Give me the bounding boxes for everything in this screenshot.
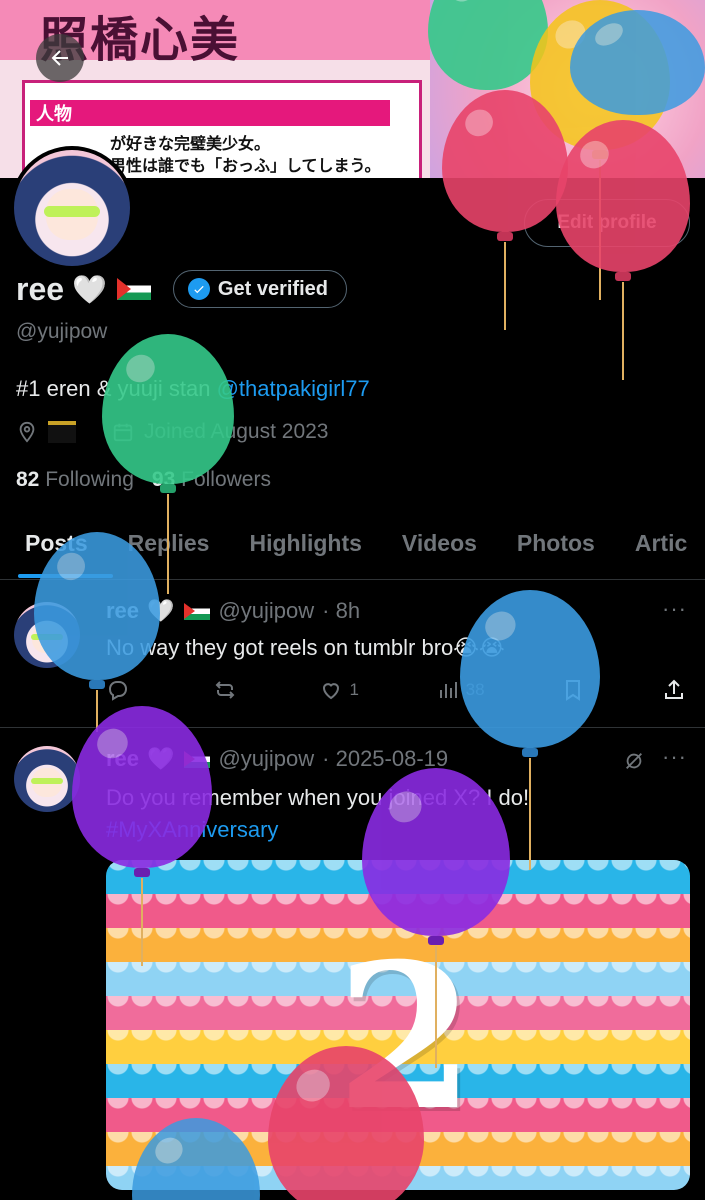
following-label: Following xyxy=(45,468,134,491)
bio-mention-link[interactable]: @thatpakigirl77 xyxy=(217,376,370,401)
profile-meta: Joined August 2023 xyxy=(16,420,329,444)
back-button[interactable] xyxy=(36,34,84,82)
calendar-icon xyxy=(113,423,133,442)
following-link[interactable]: 82 Following xyxy=(16,468,134,492)
like-count: 1 xyxy=(349,680,359,699)
profile-tabs: Posts Replies Highlights Videos Photos A… xyxy=(0,510,705,580)
banner-section-tag: 人物 xyxy=(30,100,390,126)
share-icon xyxy=(664,679,683,699)
post-author-name[interactable]: ree xyxy=(106,746,139,772)
location-pin-icon xyxy=(19,421,35,443)
kaaba-emoji-icon xyxy=(48,421,76,443)
post-text: No way they got reels on tumblr bro😭😭 xyxy=(106,635,505,660)
post-avatar[interactable] xyxy=(14,602,80,668)
post-hashtag-link[interactable]: #MyXAnniversary xyxy=(106,814,529,846)
heart-icon xyxy=(323,683,340,700)
views-chart-icon xyxy=(439,682,457,698)
palestine-flag-icon xyxy=(184,602,211,620)
view-count: 38 xyxy=(465,680,485,699)
grok-icon[interactable] xyxy=(623,750,645,772)
post-header: ree 🤍 @yujipow · 8h xyxy=(106,598,360,624)
following-count: 82 xyxy=(16,468,40,491)
profile-name-row: ree 🤍 Get verified xyxy=(16,270,347,308)
tab-photos[interactable]: Photos xyxy=(492,510,610,579)
more-options-icon[interactable]: ··· xyxy=(662,744,687,770)
post-media-image[interactable]: 2 xyxy=(106,860,690,1190)
profile-banner[interactable]: 照橋心美 人物 が好きな完璧美少女。 男性は誰でも「おっふ」してしまう。 xyxy=(0,0,705,178)
post-actions: 1 38 xyxy=(106,678,686,702)
tab-posts[interactable]: Posts xyxy=(0,510,113,579)
repost-icon xyxy=(215,681,235,699)
followers-count: 93 xyxy=(151,468,176,491)
tab-videos[interactable]: Videos xyxy=(377,510,492,579)
followers-link[interactable]: 93 Followers xyxy=(152,468,271,492)
reply-icon xyxy=(108,681,128,701)
post-timestamp[interactable]: · 8h xyxy=(322,598,360,624)
banner-artwork xyxy=(430,0,705,178)
profile-handle: @yujipow xyxy=(16,320,108,343)
get-verified-button[interactable]: Get verified xyxy=(172,270,347,308)
post-author-handle[interactable]: @yujipow xyxy=(218,746,314,772)
post-item[interactable]: ree 🤍 @yujipow · 8h ··· No way they got … xyxy=(0,580,705,728)
post-author-name[interactable]: ree xyxy=(106,598,139,624)
tab-articles[interactable]: Artic xyxy=(610,510,702,579)
anniversary-number: 2 xyxy=(336,920,476,1155)
heart-emoji: 🤍 xyxy=(147,746,175,771)
post-text-line: Do you remember when you joined X? I do! xyxy=(106,785,530,810)
more-options-icon[interactable]: ··· xyxy=(662,596,687,622)
post-timestamp[interactable]: · 2025-08-19 xyxy=(322,746,448,772)
post-avatar[interactable] xyxy=(14,746,80,812)
profile-avatar[interactable] xyxy=(10,146,134,270)
reply-button[interactable] xyxy=(106,678,136,702)
verified-badge-icon xyxy=(187,278,210,300)
tab-replies[interactable]: Replies xyxy=(103,510,225,579)
post-header: ree 🤍 @yujipow · 2025-08-19 xyxy=(106,746,448,772)
bookmark-button[interactable] xyxy=(561,678,585,702)
profile-name: ree xyxy=(16,270,65,307)
tab-highlights[interactable]: Highlights xyxy=(224,510,376,579)
follow-stats: 82 Following 93 Followers xyxy=(16,468,271,492)
repost-button[interactable] xyxy=(213,678,243,702)
heart-emoji: 🤍 xyxy=(147,598,175,623)
palestine-flag-icon xyxy=(116,278,151,300)
banner-text-line2: 男性は誰でも「おっふ」してしまう。 xyxy=(110,158,381,175)
share-button[interactable] xyxy=(662,678,686,702)
bio-text: #1 eren & yuuji stan xyxy=(16,376,217,401)
edit-profile-button[interactable]: Edit profile xyxy=(524,199,690,247)
banner-text-line1: が好きな完璧美少女。 xyxy=(110,136,271,153)
bookmark-icon xyxy=(566,680,581,701)
heart-emoji: 🤍 xyxy=(72,273,107,305)
joined-date: Joined August 2023 xyxy=(144,420,329,443)
post-text: Do you remember when you joined X? I do!… xyxy=(106,782,529,846)
views-button[interactable]: 38 xyxy=(436,678,485,702)
post-author-handle[interactable]: @yujipow xyxy=(218,598,314,624)
arrow-left-icon xyxy=(51,50,68,66)
like-button[interactable]: 1 xyxy=(319,678,359,702)
get-verified-label: Get verified xyxy=(217,277,328,300)
palestine-flag-icon xyxy=(184,750,211,768)
followers-label: Followers xyxy=(181,468,271,491)
profile-bio: #1 eren & yuuji stan @thatpakigirl77 xyxy=(16,376,370,402)
